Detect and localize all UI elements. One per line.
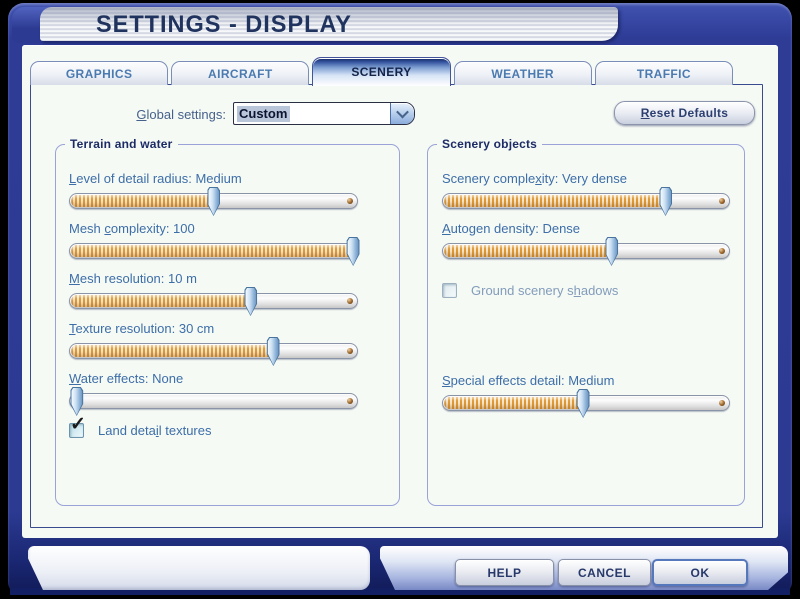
tab-weather[interactable]: WEATHER — [453, 61, 592, 85]
tab-graphics[interactable]: GRAPHICS — [30, 61, 169, 85]
tab-traffic[interactable]: TRAFFIC — [594, 61, 734, 85]
tab-panel-border — [30, 84, 763, 528]
ok-button[interactable]: OK — [652, 559, 748, 586]
settings-display-dialog: SETTINGS - DISPLAY GRAPHICS AIRCRAFT SCE… — [0, 0, 800, 599]
cancel-button[interactable]: CANCEL — [558, 559, 651, 586]
tab-aircraft[interactable]: AIRCRAFT — [171, 61, 310, 85]
dialog-titlebar: SETTINGS - DISPLAY — [40, 7, 618, 41]
footer-left-panel — [28, 546, 370, 590]
help-button[interactable]: HELP — [455, 559, 554, 586]
page-title: SETTINGS - DISPLAY — [96, 11, 352, 38]
tab-bar: GRAPHICS AIRCRAFT SCENERY WEATHER TRAFFI… — [30, 57, 734, 86]
tab-scenery[interactable]: SCENERY — [312, 57, 451, 86]
